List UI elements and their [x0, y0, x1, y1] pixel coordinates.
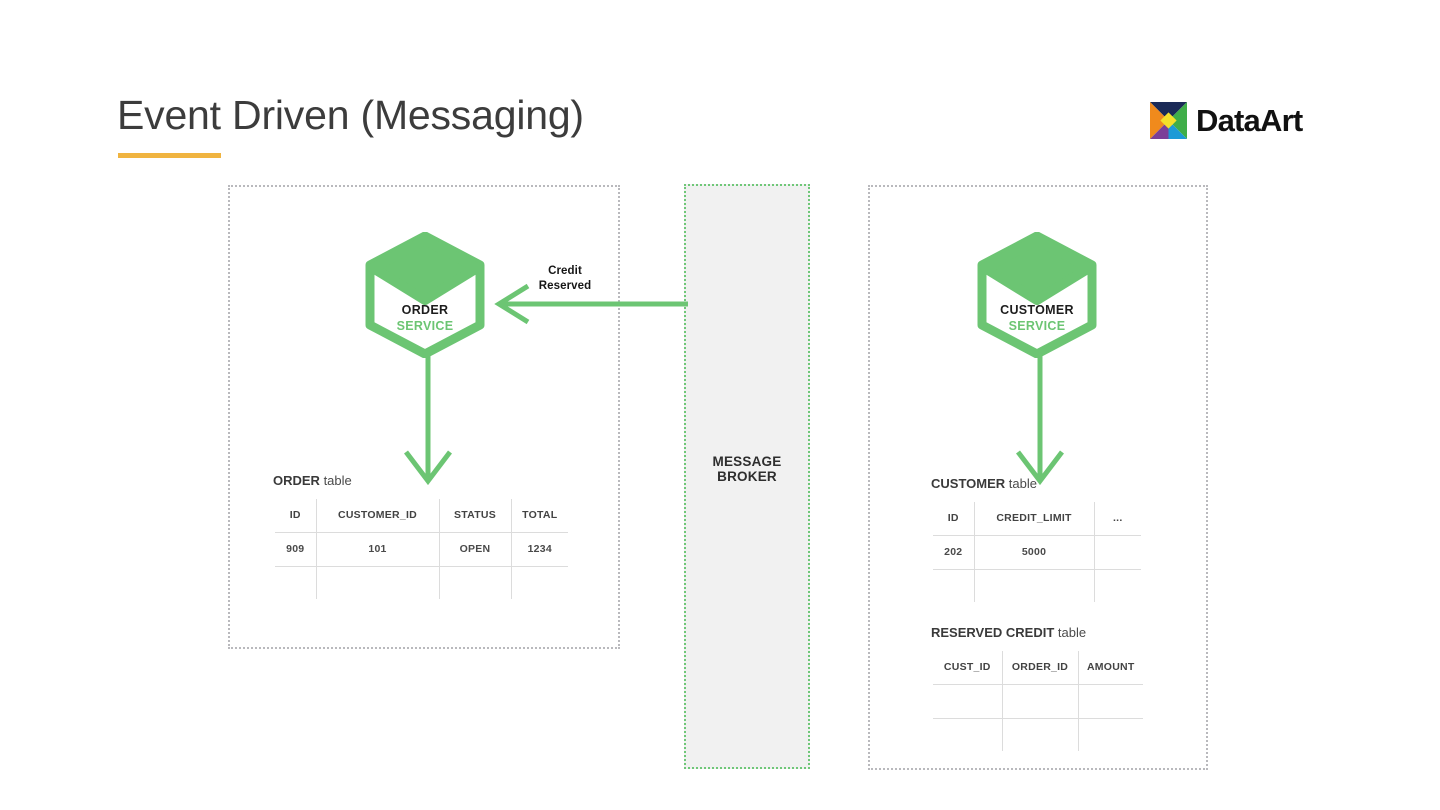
table-cell: 1234	[511, 532, 568, 567]
order-table-block: ORDER table ID CUSTOMER_ID STATUS TOTAL …	[273, 473, 570, 601]
customer-table-caption: CUSTOMER table	[931, 476, 1143, 491]
reserved-credit-table-caption: RESERVED CREDIT table	[931, 625, 1145, 640]
table-cell	[1078, 718, 1143, 751]
customer-service-to-customer-table-arrow	[1016, 352, 1064, 486]
reserved-credit-table-block: RESERVED CREDIT table CUST_ID ORDER_ID A…	[931, 625, 1145, 753]
reserved-credit-table: CUST_ID ORDER_ID AMOUNT	[931, 649, 1145, 753]
message-broker-label-line2: BROKER	[717, 469, 777, 484]
table-cell	[1002, 684, 1079, 719]
credit-reserved-label: Credit Reserved	[505, 264, 625, 294]
reserved-credit-table-caption-rest: table	[1054, 625, 1087, 640]
table-cell: 202	[933, 535, 975, 570]
table-cell	[511, 566, 568, 599]
title-underline-rule	[118, 153, 221, 158]
table-cell: 101	[316, 532, 440, 567]
table-cell	[1002, 718, 1079, 751]
order-table-caption-rest: table	[319, 473, 352, 488]
table-cell	[316, 566, 440, 599]
table-cell	[933, 718, 1003, 751]
table-row	[933, 569, 1141, 602]
order-service-kind: SERVICE	[396, 319, 454, 333]
customer-service-name: CUSTOMER	[1000, 303, 1074, 317]
table-header-cell: ORDER_ID	[1002, 651, 1079, 685]
credit-reserved-label-line1: Credit	[548, 265, 582, 277]
table-header-cell: CUST_ID	[933, 651, 1003, 685]
table-cell	[275, 566, 317, 599]
table-cell	[1094, 535, 1141, 570]
table-row: 202 5000	[933, 535, 1141, 570]
order-service-node[interactable]: ORDER SERVICE	[360, 232, 490, 358]
order-table-caption: ORDER table	[273, 473, 570, 488]
table-row	[933, 684, 1143, 719]
table-header-cell: CREDIT_LIMIT	[974, 502, 1095, 536]
table-header-row: ID CUSTOMER_ID STATUS TOTAL	[275, 499, 568, 533]
order-service-label: ORDER SERVICE	[360, 302, 490, 334]
order-service-name: ORDER	[401, 303, 449, 317]
table-row	[275, 566, 568, 599]
table-header-cell: ID	[275, 499, 317, 533]
table-cell	[933, 569, 975, 602]
table-cell: OPEN	[439, 532, 512, 567]
table-cell	[974, 569, 1095, 602]
table-header-cell: ...	[1094, 502, 1141, 536]
table-cell	[1094, 569, 1141, 602]
customer-table-caption-rest: table	[1005, 476, 1037, 491]
table-row: 909 101 OPEN 1234	[275, 532, 568, 567]
page-title: Event Driven (Messaging)	[117, 92, 584, 138]
table-header-row: ID CREDIT_LIMIT ...	[933, 502, 1141, 536]
table-header-cell: TOTAL	[511, 499, 568, 533]
customer-service-node[interactable]: CUSTOMER SERVICE	[972, 232, 1102, 358]
customer-service-hexagon-icon	[977, 232, 1097, 358]
order-table-caption-strong: ORDER	[273, 473, 320, 488]
reserved-credit-table-caption-strong: RESERVED CREDIT	[931, 625, 1055, 640]
table-cell: 909	[275, 532, 317, 567]
table-header-cell: AMOUNT	[1078, 651, 1143, 685]
customer-service-label: CUSTOMER SERVICE	[972, 302, 1102, 334]
message-broker-box: MESSAGE BROKER	[684, 184, 810, 769]
dataart-logo-mark	[1150, 102, 1187, 139]
table-cell	[1078, 684, 1143, 719]
customer-table-caption-strong: CUSTOMER	[931, 476, 1006, 491]
table-cell	[933, 684, 1003, 719]
order-service-hexagon-icon	[365, 232, 485, 358]
dataart-logo: DataArt	[1150, 102, 1303, 139]
customer-service-kind: SERVICE	[1008, 319, 1066, 333]
table-row	[933, 718, 1143, 751]
table-header-cell: ID	[933, 502, 975, 536]
message-broker-label: MESSAGE BROKER	[686, 454, 808, 484]
customer-table: ID CREDIT_LIMIT ... 202 5000	[931, 500, 1143, 604]
dataart-logo-text: DataArt	[1196, 103, 1303, 138]
message-broker-label-line1: MESSAGE	[712, 454, 782, 469]
table-cell	[439, 566, 512, 599]
order-service-to-order-table-arrow	[404, 352, 452, 486]
customer-table-block: CUSTOMER table ID CREDIT_LIMIT ... 202 5…	[931, 476, 1143, 604]
order-table: ID CUSTOMER_ID STATUS TOTAL 909 101 OPEN…	[273, 497, 570, 601]
table-header-cell: CUSTOMER_ID	[316, 499, 440, 533]
credit-reserved-label-line2: Reserved	[538, 280, 592, 292]
table-header-row: CUST_ID ORDER_ID AMOUNT	[933, 651, 1143, 685]
table-header-cell: STATUS	[439, 499, 512, 533]
table-cell: 5000	[974, 535, 1095, 570]
